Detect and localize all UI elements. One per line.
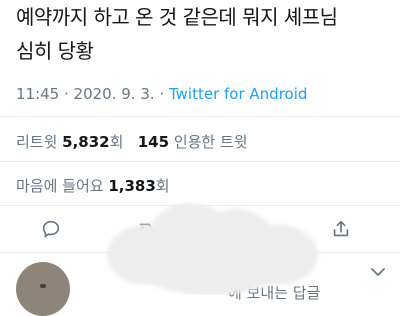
likes-stats[interactable]: 마음에 들어요 1,383회	[16, 175, 170, 196]
divider	[0, 161, 400, 162]
divider	[0, 116, 400, 117]
share-icon[interactable]	[330, 218, 352, 240]
retweet-label: 리트윗	[16, 133, 63, 151]
like-icon[interactable]	[235, 218, 257, 240]
reply-time: · 11시	[225, 265, 265, 281]
quote-label: 인용한 트윗	[169, 133, 248, 151]
likes-count: 1,383	[108, 177, 156, 195]
quote-count: 145	[137, 133, 170, 151]
retweet-count: 5,832	[62, 133, 110, 151]
likes-unit: 회	[155, 177, 170, 195]
tweet-text-line-2: 심히 당황	[16, 39, 94, 63]
likes-label: 마음에 들어요	[16, 177, 109, 195]
meta-separator-2: ·	[154, 85, 169, 103]
tweet-time: 11:45	[16, 85, 60, 103]
avatar[interactable]	[16, 262, 70, 316]
tweet-meta: 11:45 · 2020. 9. 3. · Twitter for Androi…	[16, 85, 307, 103]
avatar-detail	[40, 284, 46, 288]
client-link[interactable]: Twitter for Android	[169, 85, 307, 103]
chevron-down-icon[interactable]	[370, 266, 386, 278]
action-bar	[0, 210, 400, 250]
divider	[0, 252, 400, 253]
tweet-text-line-1: 예약까지 하고 온 것 같은데 뭐지 셰프님	[16, 5, 338, 29]
retweet-icon[interactable]	[135, 218, 157, 240]
tweet-date: 2020. 9. 3.	[73, 85, 155, 103]
tweet-text: 예약까지 하고 온 것 같은데 뭐지 셰프님 심히 당황	[16, 0, 386, 68]
retweet-stats[interactable]: 리트윗 5,832회 145 인용한 트윗	[16, 131, 248, 152]
retweet-unit: 회	[109, 133, 124, 151]
divider	[0, 205, 400, 206]
reply-icon[interactable]	[40, 218, 62, 240]
meta-separator: ·	[59, 85, 74, 103]
